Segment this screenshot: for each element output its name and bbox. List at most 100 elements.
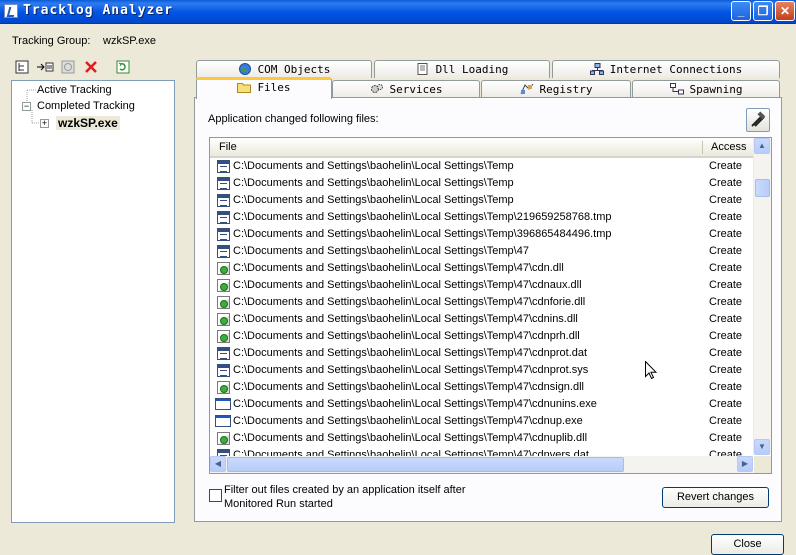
vertical-scrollbar[interactable]: ▲ ▼ bbox=[753, 138, 771, 455]
tab-files-label: Files bbox=[257, 81, 291, 94]
table-row[interactable]: C:\Documents and Settings\baohelin\Local… bbox=[210, 260, 753, 277]
column-file[interactable]: File bbox=[219, 141, 237, 153]
table-row[interactable]: C:\Documents and Settings\baohelin\Local… bbox=[210, 209, 753, 226]
file-access: Create bbox=[709, 347, 743, 359]
export-icon[interactable] bbox=[36, 60, 54, 76]
tracking-group-label: Tracking Group: bbox=[12, 35, 91, 47]
mouse-cursor-icon bbox=[645, 361, 657, 380]
tab-com-objects[interactable]: COM Objects bbox=[196, 60, 372, 78]
minimize-button[interactable]: _ bbox=[731, 1, 751, 21]
files-list-header: File Access bbox=[210, 138, 753, 158]
file-icon bbox=[217, 228, 230, 241]
table-row[interactable]: C:\Documents and Settings\baohelin\Local… bbox=[210, 396, 753, 413]
tab-services-label: Services bbox=[389, 83, 443, 96]
tab-registry[interactable]: Registry bbox=[481, 80, 631, 98]
file-path: C:\Documents and Settings\baohelin\Local… bbox=[233, 313, 578, 325]
table-row[interactable]: C:\Documents and Settings\baohelin\Local… bbox=[210, 362, 753, 379]
file-access: Create bbox=[709, 279, 743, 291]
file-path: C:\Documents and Settings\baohelin\Local… bbox=[233, 381, 584, 393]
tree-item-active-tracking[interactable]: Active Tracking bbox=[37, 84, 112, 96]
scroll-left-icon[interactable]: ◀ bbox=[210, 456, 226, 472]
file-path: C:\Documents and Settings\baohelin\Local… bbox=[233, 330, 580, 342]
table-row[interactable]: C:\Documents and Settings\baohelin\Local… bbox=[210, 226, 753, 243]
table-row[interactable]: C:\Documents and Settings\baohelin\Local… bbox=[210, 328, 753, 345]
tab-spawning[interactable]: Spawning bbox=[632, 80, 780, 98]
scroll-down-icon[interactable]: ▼ bbox=[754, 439, 770, 455]
file-path: C:\Documents and Settings\baohelin\Local… bbox=[233, 160, 514, 172]
table-row[interactable]: C:\Documents and Settings\baohelin\Local… bbox=[210, 243, 753, 260]
dll-file-icon bbox=[217, 313, 230, 326]
file-icon bbox=[217, 364, 230, 377]
maximize-button[interactable]: ❐ bbox=[753, 1, 773, 21]
file-access: Create bbox=[709, 296, 743, 308]
filter-checkbox-label[interactable]: Filter out files created by an applicati… bbox=[224, 483, 494, 511]
delete-icon[interactable] bbox=[83, 60, 99, 76]
stop-icon[interactable] bbox=[60, 60, 76, 76]
file-path: C:\Documents and Settings\baohelin\Local… bbox=[233, 228, 612, 240]
horizontal-scrollbar[interactable]: ◀ ▶ bbox=[210, 456, 753, 473]
table-row[interactable]: C:\Documents and Settings\baohelin\Local… bbox=[210, 413, 753, 430]
tab-files[interactable]: Files bbox=[196, 77, 332, 99]
window-title: Tracklog Analyzer bbox=[23, 3, 174, 18]
table-row[interactable]: C:\Documents and Settings\baohelin\Local… bbox=[210, 311, 753, 328]
file-path: C:\Documents and Settings\baohelin\Local… bbox=[233, 245, 529, 257]
scroll-up-icon[interactable]: ▲ bbox=[754, 138, 770, 154]
close-button[interactable]: Close bbox=[711, 534, 784, 555]
gears-icon bbox=[370, 83, 384, 95]
revert-changes-button[interactable]: Revert changes bbox=[662, 487, 769, 508]
tab-services[interactable]: Services bbox=[332, 80, 480, 98]
tab-dll-loading[interactable]: Dll Loading bbox=[374, 60, 550, 78]
table-row[interactable]: C:\Documents and Settings\baohelin\Local… bbox=[210, 345, 753, 362]
file-icon bbox=[217, 245, 230, 258]
file-access: Create bbox=[709, 415, 743, 427]
tab-internet-connections[interactable]: Internet Connections bbox=[552, 60, 780, 78]
column-access[interactable]: Access bbox=[711, 141, 746, 153]
tab-internet-connections-label: Internet Connections bbox=[609, 63, 743, 76]
tracking-tree[interactable]: Active Tracking − Completed Tracking + w… bbox=[11, 80, 175, 523]
file-path: C:\Documents and Settings\baohelin\Local… bbox=[233, 398, 597, 410]
table-row[interactable]: C:\Documents and Settings\baohelin\Local… bbox=[210, 192, 753, 209]
file-path: C:\Documents and Settings\baohelin\Local… bbox=[233, 279, 582, 291]
tree-item-wzksp[interactable]: wzkSP.exe bbox=[56, 116, 120, 130]
tracking-group-value: wzkSP.exe bbox=[103, 35, 156, 47]
file-access: Create bbox=[709, 398, 743, 410]
file-access: Create bbox=[709, 177, 743, 189]
filter-checkbox[interactable] bbox=[209, 489, 222, 502]
table-row[interactable]: C:\Documents and Settings\baohelin\Local… bbox=[210, 379, 753, 396]
refresh-icon[interactable] bbox=[115, 60, 131, 76]
column-separator[interactable] bbox=[702, 141, 703, 154]
file-icon bbox=[217, 194, 230, 207]
scroll-right-icon[interactable]: ▶ bbox=[737, 456, 753, 472]
dll-file-icon bbox=[217, 279, 230, 292]
horizontal-scroll-thumb[interactable] bbox=[227, 457, 624, 472]
tab-registry-label: Registry bbox=[539, 83, 593, 96]
tools-button[interactable] bbox=[746, 108, 770, 132]
table-row[interactable]: C:\Documents and Settings\baohelin\Local… bbox=[210, 294, 753, 311]
title-bar[interactable]: Tracklog Analyzer _ ❐ ✕ bbox=[0, 0, 796, 24]
file-path: C:\Documents and Settings\baohelin\Local… bbox=[233, 211, 612, 223]
vertical-scroll-thumb[interactable] bbox=[755, 179, 770, 197]
collapse-completed-icon[interactable]: − bbox=[22, 102, 31, 111]
tree-item-completed-tracking[interactable]: Completed Tracking bbox=[37, 100, 135, 112]
spawning-icon bbox=[669, 83, 684, 95]
expand-wzksp-icon[interactable]: + bbox=[40, 119, 49, 128]
tab-spawning-label: Spawning bbox=[689, 83, 743, 96]
exe-file-icon bbox=[215, 398, 231, 410]
files-list[interactable]: File Access C:\Documents and Settings\ba… bbox=[209, 137, 772, 474]
folder-icon bbox=[237, 81, 252, 93]
dll-file-icon bbox=[217, 296, 230, 309]
close-window-button[interactable]: ✕ bbox=[775, 1, 795, 21]
tree-icon[interactable] bbox=[14, 60, 30, 76]
file-icon bbox=[217, 211, 230, 224]
file-path: C:\Documents and Settings\baohelin\Local… bbox=[233, 296, 586, 308]
dll-file-icon bbox=[217, 432, 230, 445]
table-row[interactable]: C:\Documents and Settings\baohelin\Local… bbox=[210, 277, 753, 294]
tab-com-objects-label: COM Objects bbox=[257, 63, 331, 76]
app-icon bbox=[4, 4, 18, 18]
file-icon bbox=[217, 177, 230, 190]
table-row[interactable]: C:\Documents and Settings\baohelin\Local… bbox=[210, 158, 753, 175]
globe-icon bbox=[238, 63, 252, 75]
table-row[interactable]: C:\Documents and Settings\baohelin\Local… bbox=[210, 430, 753, 447]
file-path: C:\Documents and Settings\baohelin\Local… bbox=[233, 364, 589, 376]
table-row[interactable]: C:\Documents and Settings\baohelin\Local… bbox=[210, 175, 753, 192]
